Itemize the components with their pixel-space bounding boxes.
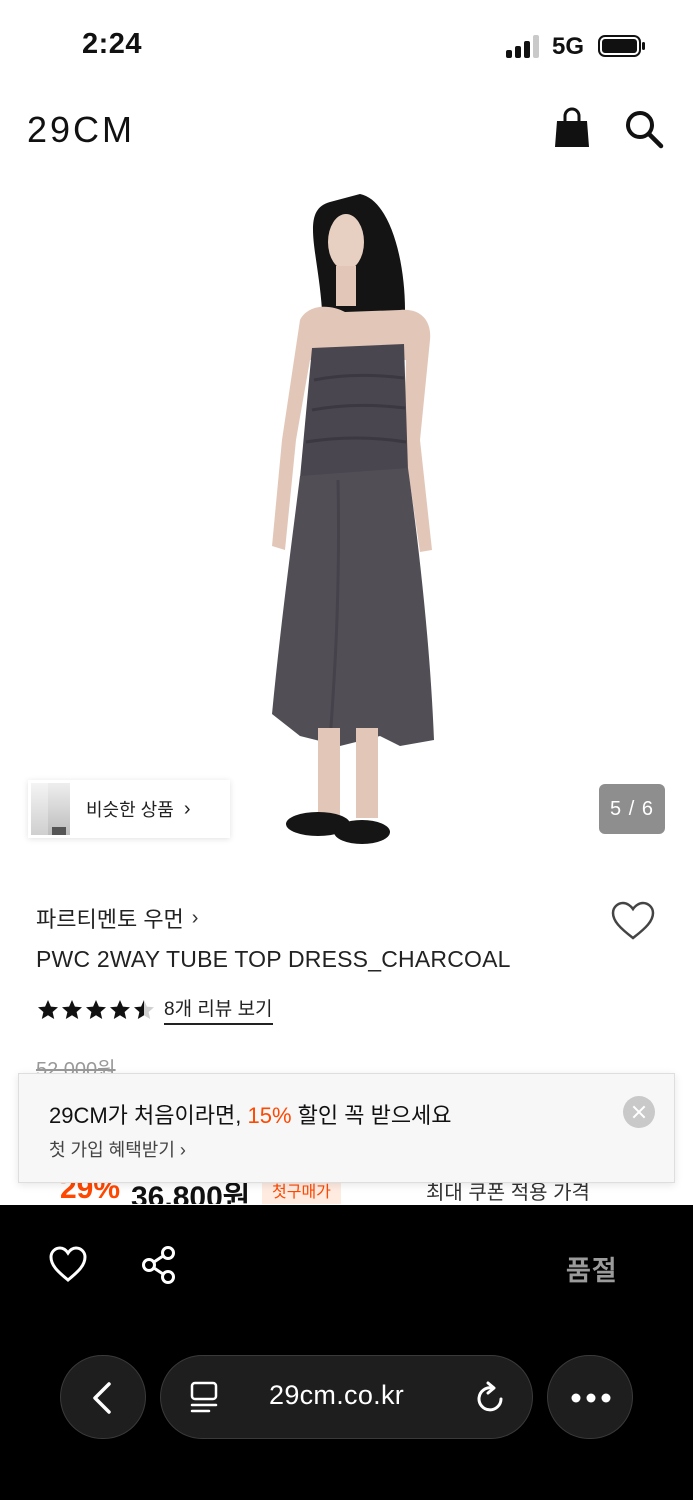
browser-more-button[interactable] xyxy=(547,1355,633,1439)
heart-icon[interactable] xyxy=(48,1245,88,1285)
battery-icon xyxy=(598,35,645,57)
star-icon xyxy=(38,999,58,1019)
review-link[interactable]: 8개 리뷰 보기 xyxy=(164,994,273,1025)
browser-back-button[interactable] xyxy=(60,1355,146,1439)
rating-row: 8개 리뷰 보기 xyxy=(36,994,273,1025)
brand-name: 파르티멘토 우먼 xyxy=(36,907,184,932)
status-bar: 2:24 5G xyxy=(0,0,693,90)
shopping-bag-icon[interactable] xyxy=(553,107,591,149)
browser-address-bar[interactable]: 29cm.co.kr xyxy=(160,1355,533,1439)
star-icon xyxy=(110,999,130,1019)
chevron-right-icon: › xyxy=(191,906,199,929)
signal-icon xyxy=(506,34,542,58)
share-icon[interactable] xyxy=(140,1245,178,1285)
product-name: PWC 2WAY TUBE TOP DRESS_CHARCOAL xyxy=(36,946,511,972)
heart-icon[interactable] xyxy=(610,900,656,942)
star-icon xyxy=(86,999,106,1019)
promo-title-accent: 15% xyxy=(247,1103,292,1128)
app-header: 29CM xyxy=(0,95,693,165)
reader-icon[interactable] xyxy=(189,1380,219,1414)
more-icon xyxy=(571,1393,611,1403)
similar-products-thumbnails xyxy=(28,781,90,837)
rating-stars xyxy=(36,998,156,1022)
image-counter: 5 / 6 xyxy=(599,784,665,834)
star-icon xyxy=(62,999,82,1019)
sold-out-label: 품절 xyxy=(566,1256,618,1286)
star-icon xyxy=(134,999,154,1019)
promo-title-suffix: 할인 꼭 받으세요 xyxy=(291,1103,452,1128)
status-time: 2:24 xyxy=(82,28,143,60)
promo-title-prefix: 29CM가 처음이라면, xyxy=(49,1103,248,1128)
close-icon[interactable] xyxy=(623,1096,655,1128)
network-label: 5G xyxy=(552,33,585,60)
promo-signup-link[interactable]: 첫 가입 혜택받기 › xyxy=(49,1136,186,1162)
chevron-right-icon: › xyxy=(183,797,191,820)
promo-title: 29CM가 처음이라면, 15% 할인 꼭 받으세요 xyxy=(49,1098,452,1130)
logo[interactable]: 29CM xyxy=(27,109,135,151)
similar-products-label: 비슷한 상품 xyxy=(86,800,174,820)
promo-banner[interactable]: 29CM가 처음이라면, 15% 할인 꼭 받으세요 첫 가입 혜택받기 › xyxy=(18,1073,675,1183)
product-photo xyxy=(272,194,434,844)
back-icon xyxy=(93,1382,111,1414)
brand-link[interactable]: 파르티멘토 우먼 › xyxy=(36,902,198,934)
similar-products-button[interactable]: 비슷한 상품 › xyxy=(28,780,230,838)
url-text: 29cm.co.kr xyxy=(269,1380,405,1410)
search-icon[interactable] xyxy=(624,109,664,149)
reload-icon[interactable] xyxy=(475,1380,507,1414)
product-image[interactable] xyxy=(0,180,693,850)
action-bar: 품절 xyxy=(0,1205,693,1500)
